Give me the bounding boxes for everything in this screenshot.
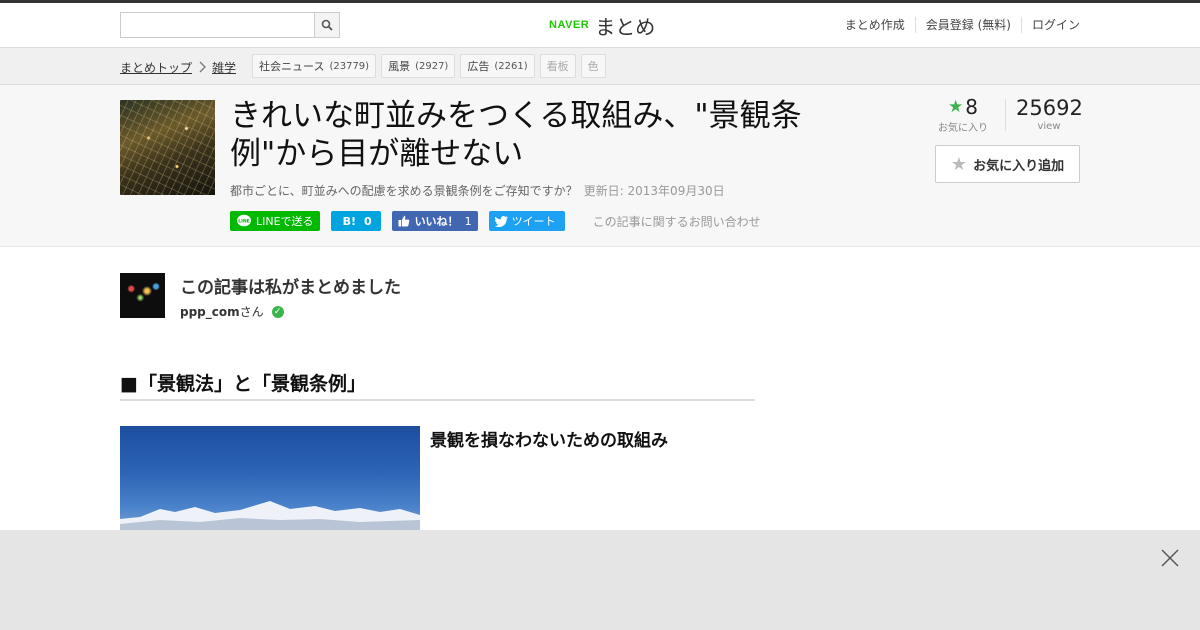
author-name-row: ppp_com さん ✓ — [180, 303, 284, 320]
hatena-bookmark-button[interactable]: B! 0 — [330, 211, 381, 231]
add-favorite-label: お気に入り追加 — [973, 158, 1065, 174]
add-favorite-button[interactable]: ★ お気に入り追加 — [935, 145, 1080, 183]
breadcrumb-bar: まとめトップ 雑学 社会ニュース (23779) 風景 (2927) 広告 (2261… — [0, 48, 1200, 85]
nav-register[interactable]: 会員登録 (無料) — [914, 17, 1021, 33]
line-share-button[interactable]: LINE LINEで送る — [230, 211, 320, 231]
tag-count: (2927) — [415, 60, 449, 72]
avatar[interactable] — [120, 273, 165, 318]
article-meta: 都市ごとに、町並みへの配慮を求める景観条例をご存知ですか？ 更新日: 2013年0… — [230, 182, 725, 199]
favorites-count: 8 — [965, 95, 978, 119]
search-input[interactable] — [121, 13, 315, 37]
tweet-button[interactable]: ツイート — [488, 211, 565, 231]
nav-create-matome[interactable]: まとめ作成 — [835, 17, 915, 33]
hatena-count: 0 — [363, 214, 372, 228]
stat-divider — [1005, 99, 1006, 131]
facebook-like-count: 1 — [464, 214, 472, 228]
views-stat: 25692 view — [1016, 95, 1083, 132]
tag-count: (2261) — [494, 60, 528, 72]
tag-list: 社会ニュース (23779) 風景 (2927) 広告 (2261) 看板 色 — [252, 54, 611, 78]
site-logo[interactable]: NAVER まとめ — [549, 11, 655, 39]
breadcrumb-top[interactable]: まとめトップ — [120, 59, 192, 76]
hatena-icon: B! — [342, 214, 356, 228]
nav-login[interactable]: ログイン — [1020, 17, 1080, 33]
facebook-like-label: いいね！ — [414, 215, 459, 228]
close-icon[interactable] — [1160, 548, 1180, 568]
chevron-right-icon — [199, 61, 206, 73]
tag-count: (23779) — [329, 60, 370, 72]
logo-service: まとめ — [595, 14, 656, 39]
author-name[interactable]: ppp_com — [180, 305, 240, 319]
svg-text:LINE: LINE — [238, 219, 250, 225]
star-icon: ★ — [948, 97, 964, 117]
article-updated: 更新日: 2013年09月30日 — [583, 184, 725, 198]
favorites-stat: ★ 8 お気に入り — [934, 95, 992, 134]
logo-brand: NAVER — [549, 19, 590, 31]
site-header: NAVER まとめ まとめ作成 会員登録 (無料) ログイン — [0, 3, 1200, 48]
breadcrumb-category[interactable]: 雑学 — [212, 59, 236, 76]
top-nav: まとめ作成 会員登録 (無料) ログイン — [835, 17, 1080, 33]
author-suffix: さん — [239, 305, 264, 319]
star-icon: ★ — [950, 153, 968, 175]
tag-color[interactable]: 色 — [580, 54, 606, 78]
tag-label: 色 — [587, 60, 599, 73]
content-item-title: 景観を損なわないための取組み — [430, 431, 668, 451]
line-icon: LINE — [237, 214, 251, 227]
thumbs-up-icon — [398, 215, 409, 227]
search-icon — [321, 19, 333, 31]
mountain-range-shape — [120, 501, 420, 530]
article-title: きれいな町並みをつくる取組み、"景観条例"から目が離せない — [230, 98, 802, 172]
tweet-label: ツイート — [511, 215, 556, 228]
author-heading: この記事は私がまとめました — [180, 278, 401, 298]
share-bar: LINE LINEで送る B! 0 いいね！ 1 ツイート この記事に関するお問… — [230, 211, 761, 231]
views-label: view — [1037, 121, 1061, 132]
section-heading: ■「景観法」と「景観条例」 — [120, 369, 755, 401]
tag-label: 社会ニュース — [259, 60, 325, 73]
ad-banner — [0, 530, 1200, 630]
search-box — [120, 12, 340, 38]
search-button[interactable] — [314, 13, 339, 37]
tag-label: 看板 — [546, 60, 569, 73]
tag-signboard[interactable]: 看板 — [539, 54, 576, 78]
mountain-image — [120, 426, 420, 530]
verified-check-icon: ✓ — [271, 305, 284, 318]
views-count: 25692 — [1016, 96, 1083, 120]
facebook-like-button[interactable]: いいね！ 1 — [391, 211, 478, 231]
favorites-label: お気に入り — [938, 123, 988, 134]
article-thumbnail — [120, 100, 215, 195]
tag-label: 広告 — [467, 60, 490, 73]
author-block: この記事は私がまとめました ppp_com さん ✓ — [120, 273, 760, 323]
tag-advertising[interactable]: 広告 (2261) — [460, 54, 535, 78]
tag-social-news[interactable]: 社会ニュース (23779) — [252, 54, 377, 78]
article-header: きれいな町並みをつくる取組み、"景観条例"から目が離せない 都市ごとに、町並みへ… — [0, 85, 1200, 247]
tag-scenery[interactable]: 風景 (2927) — [381, 54, 456, 78]
twitter-bird-icon — [494, 215, 508, 227]
article-description: 都市ごとに、町並みへの配慮を求める景観条例をご存知ですか？ — [230, 184, 578, 198]
article-inquiry-link[interactable]: この記事に関するお問い合わせ — [593, 213, 761, 230]
line-share-label: LINEで送る — [256, 215, 314, 228]
tag-label: 風景 — [388, 60, 411, 73]
